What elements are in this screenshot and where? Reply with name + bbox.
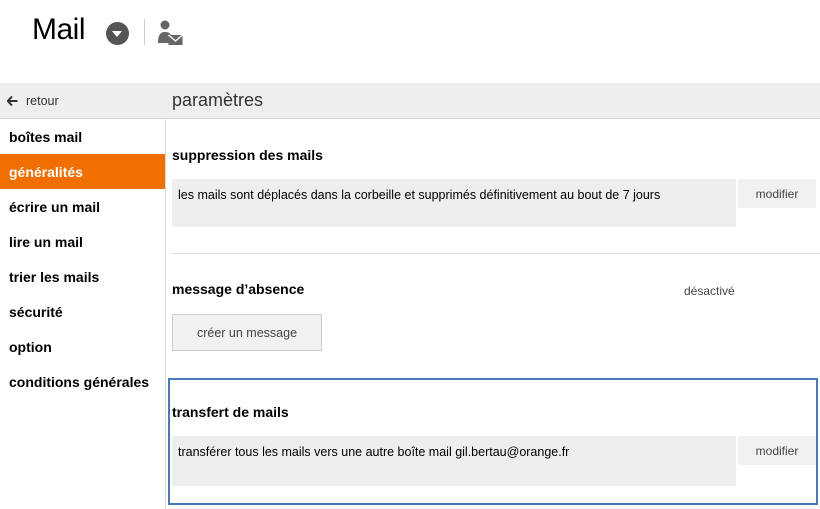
absence-section-title: message d’absence	[172, 281, 305, 297]
settings-content: suppression des mails les mails sont dép…	[166, 119, 820, 509]
transfer-modify-button[interactable]: modifier	[738, 436, 816, 465]
sidebar-item-read-mail[interactable]: lire un mail	[0, 224, 165, 259]
absence-status: désactivé	[684, 284, 735, 298]
sidebar-item-mailboxes[interactable]: boîtes mail	[0, 119, 165, 154]
sidebar-item-label: conditions générales	[9, 373, 150, 390]
sidebar-item-option[interactable]: option	[0, 329, 165, 364]
sidebar-item-label: écrire un mail	[9, 198, 101, 215]
arrow-left-icon	[7, 96, 18, 106]
back-link[interactable]: retour	[7, 83, 59, 119]
settings-sidebar: boîtes mail généralités écrire un mail l…	[0, 119, 166, 509]
sidebar-item-label: boîtes mail	[9, 128, 83, 145]
sidebar-item-general[interactable]: généralités	[0, 154, 165, 189]
sidebar-item-sort-mails[interactable]: trier les mails	[0, 259, 165, 294]
transfer-section-title: transfert de mails	[172, 404, 289, 420]
sidebar-item-label: sécurité	[9, 303, 63, 320]
deletion-section-title: suppression des mails	[172, 147, 323, 163]
page-title: paramètres	[172, 90, 264, 110]
create-message-button[interactable]: créer un message	[172, 314, 322, 351]
deletion-modify-button[interactable]: modifier	[738, 179, 816, 208]
header-divider	[144, 19, 145, 45]
back-label: retour	[26, 94, 59, 108]
sidebar-item-terms[interactable]: conditions générales	[0, 364, 165, 399]
sidebar-item-label: option	[9, 338, 52, 355]
app-title: Mail	[32, 13, 86, 46]
sidebar-item-label: lire un mail	[9, 233, 83, 250]
chevron-down-icon[interactable]	[106, 22, 129, 45]
sidebar-item-label: trier les mails	[9, 268, 100, 285]
app-header: Mail	[0, 0, 820, 82]
section-divider	[172, 253, 820, 254]
contact-mail-icon[interactable]	[157, 19, 184, 49]
sidebar-item-label: généralités	[9, 163, 83, 180]
sidebar-item-write-mail[interactable]: écrire un mail	[0, 189, 165, 224]
transfer-description: transférer tous les mails vers une autre…	[172, 436, 736, 486]
deletion-description: les mails sont déplacés dans la corbeill…	[172, 179, 736, 227]
sidebar-item-security[interactable]: sécurité	[0, 294, 165, 329]
top-bar: retour paramètres	[0, 83, 820, 119]
